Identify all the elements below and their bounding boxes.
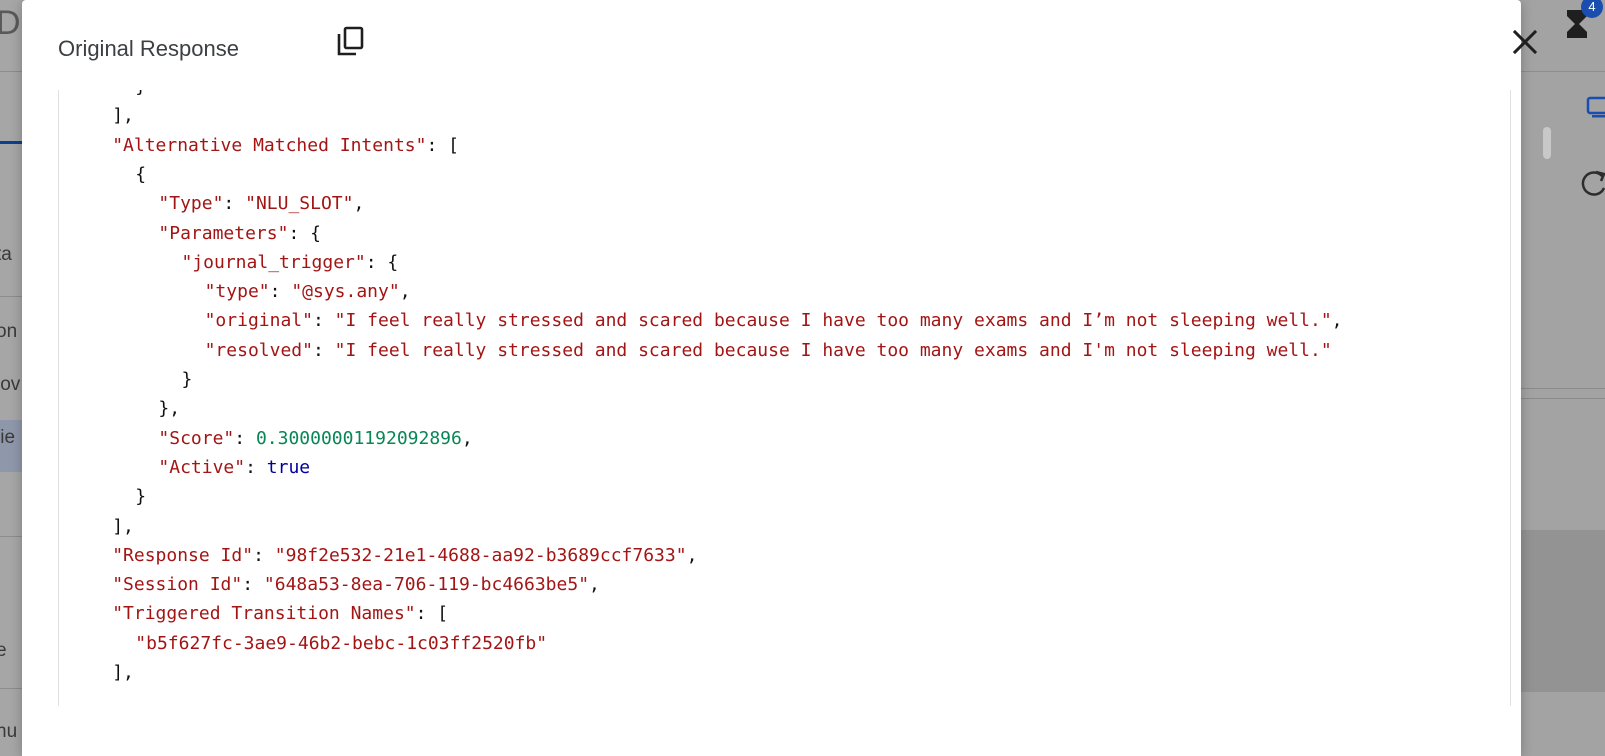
divider [1521,71,1605,72]
json-key: "journal_trigger" [181,251,366,273]
close-icon [1512,29,1538,55]
json-key: "Alternative Matched Intents" [112,134,427,156]
json-punctuation: ], [112,105,134,127]
background-nav-item: on [0,321,18,342]
refresh-icon [1581,170,1605,196]
code-line: "Response Id": "98f2e532-21e1-4688-aa92-… [112,544,697,568]
json-key: "Triggered Transition Names" [112,603,416,625]
divider [1521,388,1605,389]
json-string: "@sys.any" [291,281,400,303]
code-line: ], [112,104,134,128]
background-nav-item: lov [0,374,21,395]
json-key: "Type" [158,193,224,215]
json-punctuation: : [312,310,335,332]
active-tab-indicator [0,141,22,144]
json-punctuation: : [223,193,246,215]
divider [1521,398,1605,399]
code-line: } [135,90,146,99]
json-punctuation: , [589,574,600,596]
divider [0,71,22,72]
json-string: "I feel really stressed and scared becau… [334,310,1332,332]
json-punctuation: : [ [426,134,459,156]
json-punctuation: , [686,544,698,566]
json-punctuation: : [ [415,603,449,625]
divider [0,296,22,297]
json-key: "resolved" [204,339,313,361]
code-line: "Active": true [158,456,310,480]
json-punctuation: } [135,486,147,508]
code-line: } [182,368,193,392]
json-punctuation: : [234,427,256,449]
code-line: "Triggered Transition Names": [ [112,602,448,626]
json-number: 0.30000001192092896 [255,427,462,449]
json-punctuation: } [135,90,146,97]
json-string: "98f2e532-21e1-4688-aa92-b3689ccf7633" [274,544,687,566]
json-key: "original" [204,310,313,332]
code-line: "journal_trigger": { [182,251,399,275]
json-punctuation: , [353,193,365,215]
json-key: "Response Id" [112,544,254,566]
code-line: { [135,163,146,187]
json-punctuation: } [181,369,193,390]
divider [0,536,22,537]
code-line: ], [112,661,134,685]
json-punctuation: : { [365,251,399,273]
code-line: "type": "@sys.any", [205,280,411,304]
json-key: "Parameters" [158,222,289,244]
close-button[interactable] [1507,24,1543,60]
json-punctuation: { [135,163,147,185]
code-line: "Session Id": "648a53-8ea-706-119-bc4663… [112,573,600,597]
json-punctuation: : { [288,222,321,244]
json-key: "type" [204,281,270,303]
background-nav-item: nu [0,721,18,742]
code-line: "Parameters": { [158,222,321,246]
json-punctuation: ], [112,662,134,683]
background-panel-block [1521,530,1605,692]
code-line: "Alternative Matched Intents": [ [112,134,459,158]
json-key: "Score" [158,427,235,449]
copy-icon [337,26,364,56]
monitor-icon [1586,96,1605,118]
code-line: "b5f627fc-3ae9-46b2-bebc-1c03ff2520fb" [135,632,547,656]
code-line: "original": "I feel really stressed and … [205,309,1343,333]
background-left-panel: Di ta on lov lie e nu [0,0,28,756]
background-nav-item: ta [0,244,12,265]
json-boolean: true [266,456,311,478]
scrollbar-track[interactable] [1539,120,1551,700]
json-punctuation: ], [112,515,134,537]
background-nav-item: e [0,640,7,661]
json-punctuation: : [253,544,275,566]
json-string: "NLU_SLOT" [245,193,354,215]
json-punctuation: : [242,574,264,596]
json-key: "Active" [158,456,246,478]
code-line: "resolved": "I feel really stressed and … [205,339,1332,363]
json-punctuation: : [245,456,267,478]
code-line: }, [158,397,180,421]
json-punctuation: : [312,339,335,361]
code-line: ], [112,515,134,539]
json-string: "648a53-8ea-706-119-bc4663be5" [263,574,590,596]
divider [0,688,22,689]
json-string: "b5f627fc-3ae9-46b2-bebc-1c03ff2520fb" [135,632,548,654]
code-line: } [135,485,146,509]
json-code-viewer[interactable]: }],"Alternative Matched Intents": [{"Typ… [58,90,1511,706]
json-punctuation: }, [158,398,181,420]
original-response-dialog: Original Response }], "Alternative Matche… [22,0,1538,756]
json-string: "I feel really stressed and scared becau… [334,339,1332,361]
json-punctuation: , [461,427,473,449]
scrollbar-thumb[interactable] [1543,127,1551,159]
json-key: "Session Id" [112,574,243,596]
json-punctuation: , [1331,310,1343,332]
background-nav-item: lie [0,427,16,448]
code-line: "Score": 0.30000001192092896, [158,427,472,451]
dialog-title: Original Response [58,36,239,61]
json-punctuation: , [399,281,411,303]
copy-button[interactable] [334,24,368,58]
code-line: "Type": "NLU_SLOT", [158,192,364,216]
json-punctuation: : [269,281,292,303]
